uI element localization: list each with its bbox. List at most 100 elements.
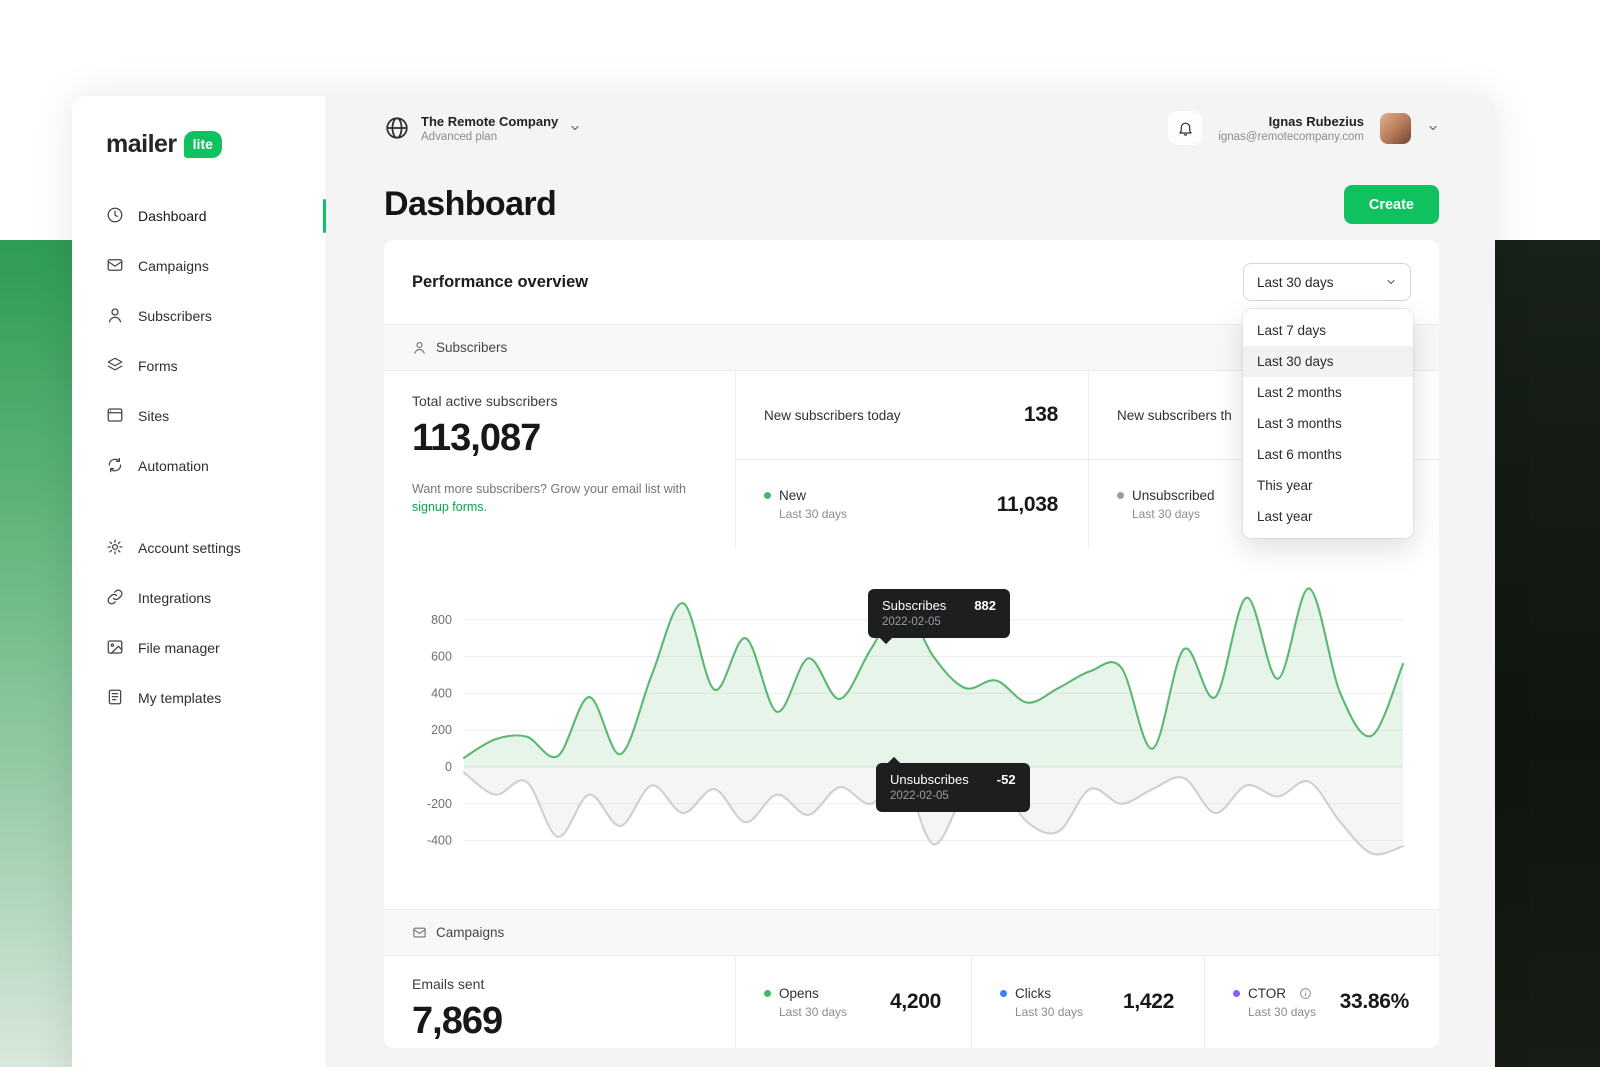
green-dot-icon [764,492,771,499]
envelope-icon [412,925,427,940]
total-subscribers-value: 113,087 [412,417,707,460]
tooltip-value: 882 [974,598,996,613]
stat-label: Unsubscribed [1132,488,1215,503]
subscribes-tooltip: Subscribes 882 2022-02-05 [868,589,1010,638]
sidebar-item-label: Integrations [138,590,211,606]
sidebar-item-account-settings[interactable]: Account settings [72,523,326,573]
sidebar-item-dashboard[interactable]: Dashboard [72,191,326,241]
refresh-icon [106,456,124,477]
app-window: mailer lite Dashboard Campaigns Subscrib… [72,96,1495,1067]
sidebar: mailer lite Dashboard Campaigns Subscrib… [72,96,327,1067]
user-meta: Ignas Rubezius ignas@remotecompany.com [1218,114,1364,143]
sidebar-item-sites[interactable]: Sites [72,391,326,441]
sidebar-secondary-group: Account settings Integrations File manag… [72,523,326,723]
range-dropdown-menu: Last 7 days Last 30 days Last 2 months L… [1243,309,1413,538]
svg-text:400: 400 [431,686,452,700]
info-icon[interactable] [1299,987,1312,1000]
range-option-last-7-days[interactable]: Last 7 days [1243,315,1413,346]
opens-cell: Opens Last 30 days 4,200 [736,956,972,1048]
topbar-right: Ignas Rubezius ignas@remotecompany.com [1168,111,1439,145]
stat-value: 11,038 [997,493,1058,517]
emails-sent-value: 7,869 [412,1000,707,1043]
chevron-down-icon [1385,276,1397,288]
mailerlite-logo: mailer lite [72,130,326,159]
globe-icon [384,115,410,141]
subscribers-middle-column: New subscribers today 138 New Last 30 da… [736,371,1089,549]
tooltip-label: Unsubscribes [890,772,969,787]
hint-text: Want more subscribers? Grow your email l… [412,482,686,496]
create-button[interactable]: Create [1344,185,1439,224]
dashboard-icon [106,206,124,227]
sidebar-item-label: My templates [138,690,221,706]
range-option-last-3-months[interactable]: Last 3 months [1243,408,1413,439]
sidebar-item-label: Sites [138,408,169,424]
stat-label: Opens [779,986,819,1001]
sidebar-item-label: Account settings [138,540,241,556]
emails-sent-block: Emails sent 7,869 [384,956,736,1048]
range-option-this-year[interactable]: This year [1243,470,1413,501]
section-label: Subscribers [436,340,507,355]
stat-value: 1,422 [1123,990,1174,1014]
sidebar-item-label: Campaigns [138,258,209,274]
card-title: Performance overview [412,273,588,292]
gray-dot-icon [1117,492,1124,499]
company-selector[interactable]: The Remote Company Advanced plan [384,114,581,143]
sidebar-item-file-manager[interactable]: File manager [72,623,326,673]
subscribers-hint: Want more subscribers? Grow your email l… [412,480,707,516]
sidebar-item-label: Subscribers [138,308,212,324]
range-option-last-6-months[interactable]: Last 6 months [1243,439,1413,470]
blue-dot-icon [1000,990,1007,997]
main-area: The Remote Company Advanced plan Ignas R… [327,96,1495,1067]
sidebar-item-label: Forms [138,358,178,374]
envelope-icon [106,256,124,277]
subscribers-chart-section: 8006004002000-200-400 Subscribes 882 202… [384,549,1439,909]
stat-sublabel: Last 30 days [1132,507,1215,521]
gear-icon [106,538,124,559]
background-left-band [0,240,80,1067]
stat-label: CTOR [1248,986,1286,1001]
chevron-down-icon[interactable] [1427,122,1439,134]
range-select-button[interactable]: Last 30 days [1243,263,1411,301]
sidebar-item-my-templates[interactable]: My templates [72,673,326,723]
campaigns-stats: Emails sent 7,869 Opens Last 30 days 4,2… [384,956,1439,1048]
stat-label: New subscribers today [764,408,901,423]
user-name: Ignas Rubezius [1218,114,1364,129]
sidebar-item-campaigns[interactable]: Campaigns [72,241,326,291]
page-title: Dashboard [384,185,556,224]
sidebar-item-forms[interactable]: Forms [72,341,326,391]
logo-text: mailer [106,130,177,159]
stat-value: 33.86% [1340,990,1409,1014]
svg-text:0: 0 [445,760,452,774]
ctor-cell: CTOR Last 30 days 33.86% [1205,956,1439,1048]
svg-text:600: 600 [431,650,452,664]
green-dot-icon [764,990,771,997]
avatar[interactable] [1380,113,1411,144]
sidebar-item-subscribers[interactable]: Subscribers [72,291,326,341]
active-indicator [323,199,326,233]
stat-label: Clicks [1015,986,1051,1001]
range-option-last-year[interactable]: Last year [1243,501,1413,532]
range-option-last-2-months[interactable]: Last 2 months [1243,377,1413,408]
range-option-last-30-days[interactable]: Last 30 days [1243,346,1413,377]
svg-text:800: 800 [431,613,452,627]
logo-badge: lite [184,131,222,158]
link-icon [106,588,124,609]
stat-label: New subscribers th [1117,408,1232,423]
notifications-button[interactable] [1168,111,1202,145]
image-icon [106,638,124,659]
stat-sublabel: Last 30 days [779,1005,847,1019]
template-icon [106,688,124,709]
signup-forms-link[interactable]: signup forms. [412,500,487,514]
company-plan: Advanced plan [421,131,558,143]
sidebar-item-integrations[interactable]: Integrations [72,573,326,623]
stat-sublabel: Last 30 days [1015,1005,1083,1019]
purple-dot-icon [1233,990,1240,997]
sidebar-item-automation[interactable]: Automation [72,441,326,491]
user-email: ignas@remotecompany.com [1218,131,1364,143]
stat-sublabel: Last 30 days [779,507,847,521]
stat-value: 138 [1024,403,1058,427]
person-icon [412,340,427,355]
stat-label: New [779,488,806,503]
sidebar-item-label: Automation [138,458,209,474]
new-subscribers-30d-cell: New Last 30 days 11,038 [736,460,1088,549]
